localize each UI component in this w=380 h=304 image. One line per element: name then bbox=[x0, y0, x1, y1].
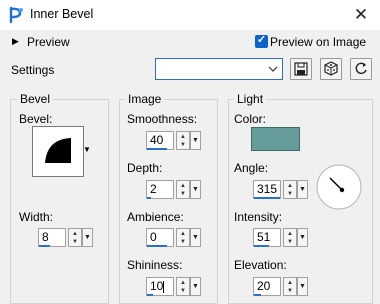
angle-spinner[interactable]: ▲ ▼ bbox=[283, 180, 297, 199]
shininess-spinner[interactable]: ▲ ▼ bbox=[176, 277, 190, 296]
angle-dial[interactable] bbox=[315, 163, 363, 211]
width-dropdown-arrow-icon[interactable]: ▼ bbox=[82, 228, 93, 247]
depth-spinner[interactable]: ▲ ▼ bbox=[176, 180, 190, 199]
preview-toggle-label[interactable]: Preview bbox=[27, 35, 70, 49]
smoothness-label: Smoothness: bbox=[127, 112, 198, 126]
close-button[interactable]: ✕ bbox=[350, 4, 372, 26]
randomize-button[interactable] bbox=[320, 58, 342, 80]
image-group bbox=[119, 99, 218, 304]
light-color-swatch[interactable] bbox=[251, 127, 300, 151]
app-icon bbox=[9, 6, 23, 24]
bevel-shape-icon bbox=[45, 138, 71, 163]
dice-icon bbox=[324, 61, 338, 76]
elevation-label: Elevation: bbox=[234, 258, 287, 272]
bevel-dropdown-arrow-icon[interactable]: ▼ bbox=[82, 144, 92, 156]
smoothness-slider-fill bbox=[147, 148, 167, 150]
smoothness-dropdown-arrow-icon[interactable]: ▼ bbox=[190, 131, 201, 150]
smoothness-spinner[interactable]: ▲ ▼ bbox=[176, 131, 190, 150]
shininess-slider-fill bbox=[147, 294, 153, 296]
intensity-label: Intensity: bbox=[234, 210, 283, 224]
elevation-slider-fill bbox=[254, 294, 261, 296]
bevel-group-title: Bevel bbox=[17, 92, 54, 106]
reset-button[interactable] bbox=[350, 58, 372, 80]
bevel-shape-picker[interactable] bbox=[32, 126, 84, 177]
checkmark-icon: ✓ bbox=[256, 34, 267, 46]
angle-dropdown-arrow-icon[interactable]: ▼ bbox=[297, 180, 308, 199]
elevation-spinner[interactable]: ▲ ▼ bbox=[283, 277, 297, 296]
width-label: Width: bbox=[19, 210, 54, 224]
ambience-spinner[interactable]: ▲ ▼ bbox=[176, 228, 190, 247]
shininess-label: Shininess: bbox=[127, 258, 183, 272]
width-spinner[interactable]: ▲ ▼ bbox=[68, 228, 82, 247]
settings-label: Settings bbox=[11, 63, 55, 77]
color-label: Color: bbox=[234, 112, 267, 126]
intensity-slider-fill bbox=[254, 245, 269, 247]
angle-label: Angle: bbox=[234, 161, 269, 175]
ambience-label: Ambience: bbox=[127, 210, 184, 224]
light-group-title: Light bbox=[234, 92, 267, 106]
depth-dropdown-arrow-icon[interactable]: ▼ bbox=[190, 180, 201, 199]
depth-slider-fill bbox=[147, 197, 151, 199]
ambience-slider-fill bbox=[147, 245, 167, 247]
expand-preview-icon[interactable]: ▶ bbox=[12, 36, 19, 47]
bevel-label: Bevel: bbox=[19, 112, 53, 126]
chevron-down-icon[interactable] bbox=[265, 59, 281, 79]
shininess-dropdown-arrow-icon[interactable]: ▼ bbox=[190, 277, 201, 296]
reset-icon bbox=[355, 62, 367, 75]
intensity-spinner[interactable]: ▲ ▼ bbox=[283, 228, 297, 247]
angle-slider-fill bbox=[254, 197, 280, 199]
save-preset-icon bbox=[294, 62, 308, 76]
window-title: Inner Bevel bbox=[30, 7, 94, 21]
settings-preset-dropdown[interactable] bbox=[155, 58, 283, 80]
image-group-title: Image bbox=[125, 92, 165, 106]
elevation-dropdown-arrow-icon[interactable]: ▼ bbox=[297, 277, 308, 296]
depth-label: Depth: bbox=[127, 161, 163, 175]
intensity-dropdown-arrow-icon[interactable]: ▼ bbox=[297, 228, 308, 247]
ambience-dropdown-arrow-icon[interactable]: ▼ bbox=[190, 228, 201, 247]
save-preset-button[interactable] bbox=[290, 58, 312, 80]
text-cursor bbox=[163, 281, 164, 293]
width-slider-fill bbox=[39, 245, 50, 247]
preview-on-image-label[interactable]: Preview on Image bbox=[270, 35, 366, 49]
